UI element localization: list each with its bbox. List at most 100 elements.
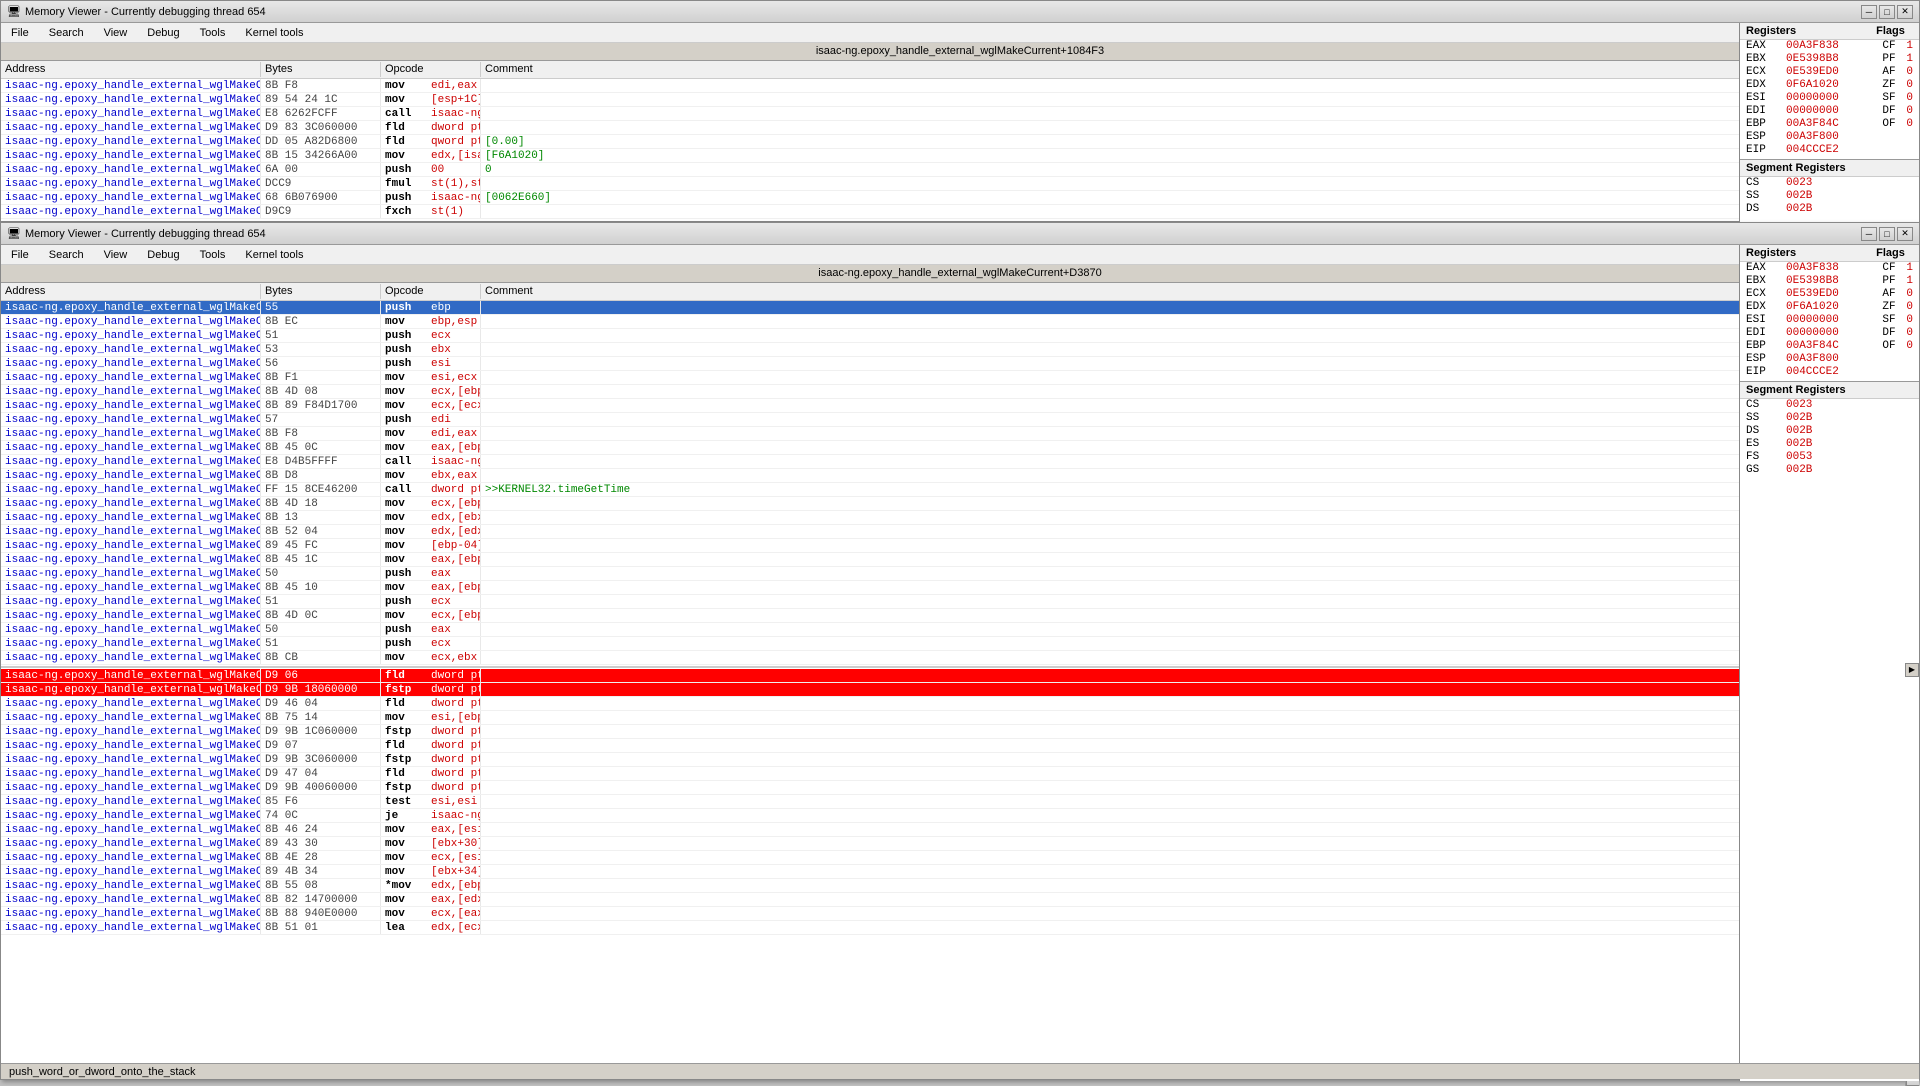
table-row[interactable]: isaac-ng.epoxy_handle_external_wglMakeCu…	[1, 177, 1919, 191]
table-row[interactable]: isaac-ng.epoxy_handle_external_wglMakeCu…	[1, 609, 1919, 623]
table-row[interactable]: isaac-ng.epoxy_handle_external_wglMakeCu…	[1, 753, 1919, 767]
table-row[interactable]: isaac-ng.epoxy_handle_external_wglMakeCu…	[1, 879, 1919, 893]
cell-comment	[481, 441, 1919, 454]
cell-opcode: pushebx	[381, 343, 481, 356]
table-row[interactable]: isaac-ng.epoxy_handle_external_wglMakeCu…	[1, 413, 1919, 427]
table-row[interactable]: isaac-ng.epoxy_handle_external_wglMakeCu…	[1, 191, 1919, 205]
window2-titlebar: 🖥 Memory Viewer - Currently debugging th…	[1, 223, 1919, 245]
close-button-2[interactable]: ✕	[1897, 227, 1913, 241]
table-row[interactable]: isaac-ng.epoxy_handle_external_wglMakeCu…	[1, 385, 1919, 399]
table-row[interactable]: isaac-ng.epoxy_handle_external_wglMakeCu…	[1, 149, 1919, 163]
table-row[interactable]: isaac-ng.epoxy_handle_external_wglMakeCu…	[1, 823, 1919, 837]
table-row[interactable]: isaac-ng.epoxy_handle_external_wglMakeCu…	[1, 483, 1919, 497]
table-row[interactable]: isaac-ng.epoxy_handle_external_wglMakeCu…	[1, 469, 1919, 483]
menu-debug[interactable]: Debug	[141, 26, 185, 40]
table-row[interactable]: isaac-ng.epoxy_handle_external_wglMakeCu…	[1, 121, 1919, 135]
cell-bytes: D9 9B 3C060000	[261, 753, 381, 766]
menu-kernel-tools[interactable]: Kernel tools	[239, 26, 309, 40]
minimize-button[interactable]: ─	[1861, 5, 1877, 19]
table-row[interactable]: isaac-ng.epoxy_handle_external_wglMakeCu…	[1, 441, 1919, 455]
reg-value: 00A3F84C	[1786, 340, 1874, 353]
table-row[interactable]: isaac-ng.epoxy_handle_external_wglMakeCu…	[1, 595, 1919, 609]
menu2-view[interactable]: View	[98, 248, 134, 262]
operands: edi,eax	[431, 79, 477, 92]
reg-value: 0E539ED0	[1786, 66, 1874, 79]
table-row[interactable]: isaac-ng.epoxy_handle_external_wglMakeCu…	[1, 343, 1919, 357]
reg-scroll-btn[interactable]: ▶	[1905, 663, 1919, 677]
table-row[interactable]: isaac-ng.epoxy_handle_external_wglMakeCu…	[1, 921, 1919, 935]
mnemonic: push	[385, 191, 425, 204]
menu-file[interactable]: File	[5, 26, 35, 40]
table-row[interactable]: isaac-ng.epoxy_handle_external_wglMakeCu…	[1, 329, 1919, 343]
cell-comment	[481, 725, 1919, 738]
cell-bytes: D9 06	[261, 669, 381, 682]
close-button[interactable]: ✕	[1897, 5, 1913, 19]
table-row[interactable]: isaac-ng.epoxy_handle_external_wglMakeCu…	[1, 553, 1919, 567]
table-row[interactable]: isaac-ng.epoxy_handle_external_wglMakeCu…	[1, 539, 1919, 553]
table-row[interactable]: isaac-ng.epoxy_handle_external_wglMakeCu…	[1, 767, 1919, 781]
cell-comment	[481, 343, 1919, 356]
table-row[interactable]: isaac-ng.epoxy_handle_external_wglMakeCu…	[1, 135, 1919, 149]
table-row[interactable]: isaac-ng.epoxy_handle_external_wglMakeCu…	[1, 93, 1919, 107]
menu2-debug[interactable]: Debug	[141, 248, 185, 262]
table-row[interactable]: isaac-ng.epoxy_handle_external_wglMakeCu…	[1, 809, 1919, 823]
table-row[interactable]: isaac-ng.epoxy_handle_external_wglMakeCu…	[1, 683, 1919, 697]
table-row[interactable]: isaac-ng.epoxy_handle_external_wglMakeCu…	[1, 205, 1919, 219]
table-row[interactable]: isaac-ng.epoxy_handle_external_wglMakeCu…	[1, 581, 1919, 595]
table-row[interactable]: isaac-ng.epoxy_handle_external_wglMakeCu…	[1, 865, 1919, 879]
table-row[interactable]: isaac-ng.epoxy_handle_external_wglMakeCu…	[1, 107, 1919, 121]
mnemonic: push	[385, 329, 425, 342]
menu2-search[interactable]: Search	[43, 248, 90, 262]
maximize-button[interactable]: □	[1879, 5, 1895, 19]
table-row[interactable]: isaac-ng.epoxy_handle_external_wglMakeCu…	[1, 623, 1919, 637]
table-row[interactable]: isaac-ng.epoxy_handle_external_wglMakeCu…	[1, 427, 1919, 441]
table-row[interactable]: isaac-ng.epoxy_handle_external_wglMakeCu…	[1, 637, 1919, 651]
table-row[interactable]: isaac-ng.epoxy_handle_external_wglMakeCu…	[1, 651, 1919, 665]
menu2-tools[interactable]: Tools	[194, 248, 232, 262]
table-row[interactable]: isaac-ng.epoxy_handle_external_wglMakeCu…	[1, 837, 1919, 851]
table-row[interactable]: isaac-ng.epoxy_handle_external_wglMakeCu…	[1, 455, 1919, 469]
reg-row: EBP00A3F84COF0	[1740, 340, 1919, 353]
mnemonic: mov	[385, 427, 425, 440]
table-row[interactable]: isaac-ng.epoxy_handle_external_wglMakeCu…	[1, 567, 1919, 581]
table-row[interactable]: isaac-ng.epoxy_handle_external_wglMakeCu…	[1, 851, 1919, 865]
table-row[interactable]: isaac-ng.epoxy_handle_external_wglMakeCu…	[1, 907, 1919, 921]
maximize-button-2[interactable]: □	[1879, 227, 1895, 241]
menu-tools[interactable]: Tools	[194, 26, 232, 40]
table-row[interactable]: isaac-ng.epoxy_handle_external_wglMakeCu…	[1, 739, 1919, 753]
reg-value: 004CCCE2	[1786, 144, 1913, 157]
menu2-kernel-tools[interactable]: Kernel tools	[239, 248, 309, 262]
table-row[interactable]: isaac-ng.epoxy_handle_external_wglMakeCu…	[1, 497, 1919, 511]
cell-address: isaac-ng.epoxy_handle_external_wglMakeCu…	[1, 455, 261, 468]
menu-view[interactable]: View	[98, 26, 134, 40]
table-row[interactable]: isaac-ng.epoxy_handle_external_wglMakeCu…	[1, 525, 1919, 539]
table-row[interactable]: isaac-ng.epoxy_handle_external_wglMakeCu…	[1, 725, 1919, 739]
table-row[interactable]: isaac-ng.epoxy_handle_external_wglMakeCu…	[1, 315, 1919, 329]
window2-controls[interactable]: ─ □ ✕	[1861, 227, 1913, 241]
reg-name: EDI	[1746, 327, 1786, 340]
minimize-button-2[interactable]: ─	[1861, 227, 1877, 241]
table-row[interactable]: isaac-ng.epoxy_handle_external_wglMakeCu…	[1, 399, 1919, 413]
menu2-file[interactable]: File	[5, 248, 35, 262]
table-row[interactable]: isaac-ng.epoxy_handle_external_wglMakeCu…	[1, 669, 1919, 683]
mnemonic: mov	[385, 371, 425, 384]
table-row[interactable]: isaac-ng.epoxy_handle_external_wglMakeCu…	[1, 163, 1919, 177]
table-row[interactable]: isaac-ng.epoxy_handle_external_wglMakeCu…	[1, 79, 1919, 93]
table-row[interactable]: isaac-ng.epoxy_handle_external_wglMakeCu…	[1, 511, 1919, 525]
window2-registers: Registers Flags EAX00A3F838CF1EBX0E5398B…	[1739, 245, 1919, 1081]
table-row[interactable]: isaac-ng.epoxy_handle_external_wglMakeCu…	[1, 697, 1919, 711]
table-row[interactable]: isaac-ng.epoxy_handle_external_wglMakeCu…	[1, 357, 1919, 371]
menu-search[interactable]: Search	[43, 26, 90, 40]
table-row[interactable]: isaac-ng.epoxy_handle_external_wglMakeCu…	[1, 795, 1919, 809]
cell-opcode: movedx,[edx+04]	[381, 525, 481, 538]
operands: esi	[431, 357, 451, 370]
table-row[interactable]: isaac-ng.epoxy_handle_external_wglMakeCu…	[1, 711, 1919, 725]
table-row[interactable]: isaac-ng.epoxy_handle_external_wglMakeCu…	[1, 781, 1919, 795]
window1-controls[interactable]: ─ □ ✕	[1861, 5, 1913, 19]
cell-opcode: movedx,[ebx]	[381, 511, 481, 524]
mnemonic: mov	[385, 149, 425, 162]
cell-address: isaac-ng.epoxy_handle_external_wglMakeCu…	[1, 837, 261, 850]
table-row[interactable]: isaac-ng.epoxy_handle_external_wglMakeCu…	[1, 301, 1919, 315]
table-row[interactable]: isaac-ng.epoxy_handle_external_wglMakeCu…	[1, 371, 1919, 385]
table-row[interactable]: isaac-ng.epoxy_handle_external_wglMakeCu…	[1, 893, 1919, 907]
